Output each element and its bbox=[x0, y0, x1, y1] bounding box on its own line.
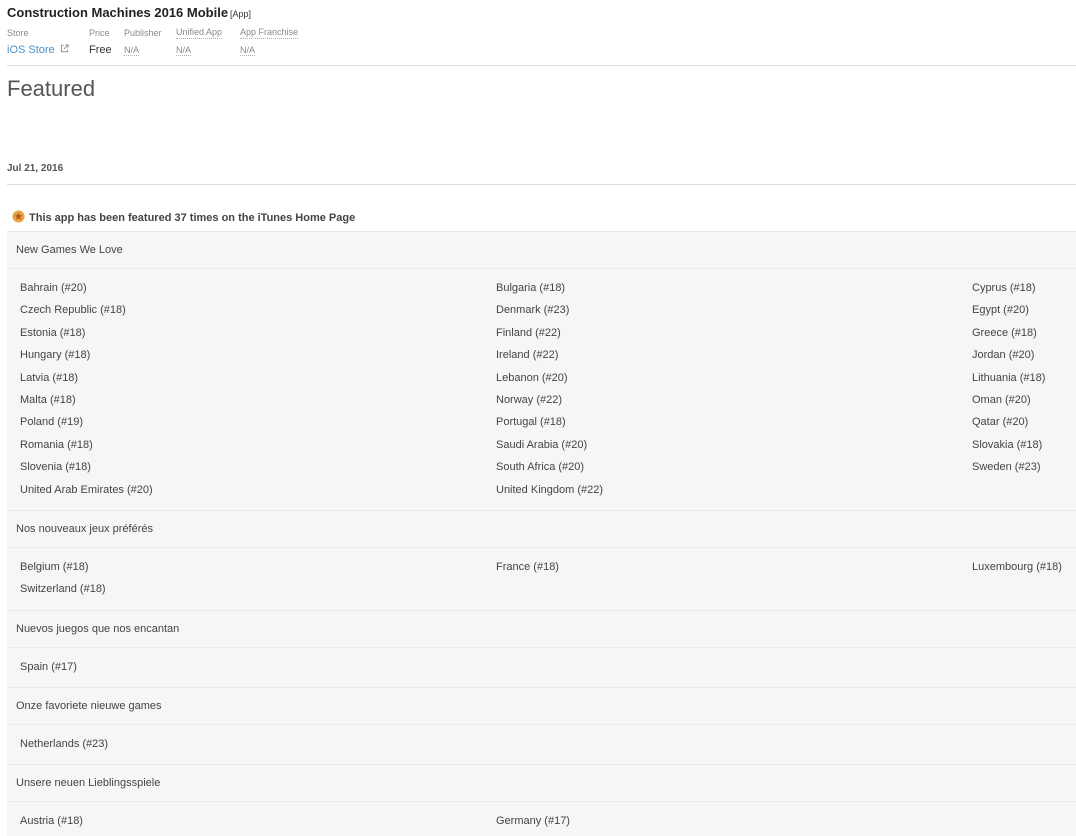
country-rank-item: Czech Republic (#18) bbox=[20, 304, 126, 317]
featured-groups-panel: New Games We Love Bahrain (#20) Bulgaria (… bbox=[7, 231, 1076, 836]
country-rank-item: Bahrain (#20) bbox=[20, 282, 87, 294]
feature-group: Onze favoriete nieuwe games Netherlands (… bbox=[7, 688, 1076, 766]
unified-app-value[interactable]: N/A bbox=[176, 45, 192, 56]
country-rank-item: Jordan (#20) bbox=[972, 349, 1035, 362]
country-rank-item: Spain (#17) bbox=[20, 660, 77, 673]
feature-group-title: Unsere neuen Lieblingsspiele bbox=[7, 765, 1076, 803]
store-label: Store bbox=[7, 28, 29, 38]
country-rank-item: South Africa (#20) bbox=[496, 461, 585, 474]
feature-group-body: Spain (#17) bbox=[7, 648, 1076, 687]
country-rank-item: Malta (#18) bbox=[20, 393, 76, 406]
meta-publisher: Publisher N/A bbox=[124, 27, 162, 58]
featured-summary-suffix: on the iTunes Home Page bbox=[218, 212, 356, 224]
country-rank-item: United Arab Emirates (#20) bbox=[20, 483, 153, 496]
country-rank-item: Latvia (#18) bbox=[20, 371, 79, 384]
featured-summary: This app has been featured 37 times on t… bbox=[12, 210, 355, 225]
external-link-icon[interactable] bbox=[60, 44, 69, 53]
country-rank-item: Luxembourg (#18) bbox=[972, 560, 1062, 573]
country-rank-item: Slovenia (#18) bbox=[20, 461, 91, 474]
country-rank-item: Norway (#22) bbox=[496, 393, 563, 406]
feature-group-title: Nuevos juegos que nos encantan bbox=[7, 611, 1076, 648]
country-rank-item: Egypt (#20) bbox=[972, 304, 1029, 317]
country-rank-item: Hungary (#18) bbox=[20, 349, 91, 362]
country-rank-item: Austria (#18) bbox=[20, 815, 83, 828]
store-link-text[interactable]: iOS Store bbox=[7, 44, 55, 56]
star-badge-icon bbox=[12, 210, 25, 223]
feature-group: Nos nouveaux jeux préférés Belgium (#18) F… bbox=[7, 511, 1076, 611]
feature-group-body: Belgium (#18) France (#18) Luxembourg (#18… bbox=[7, 548, 1076, 610]
country-rank-item: Switzerland (#18) bbox=[20, 583, 106, 596]
country-rank-item: Cyprus (#18) bbox=[972, 282, 1036, 294]
country-grid: Austria (#18) Germany (#17) bbox=[7, 810, 1076, 832]
app-title: Construction Machines 2016 Mobile bbox=[7, 5, 229, 20]
feature-group-body: Austria (#18) Germany (#17) bbox=[7, 802, 1076, 836]
country-rank-item: Sweden (#23) bbox=[972, 461, 1041, 474]
feature-group: Nuevos juegos que nos encantan Spain (#17… bbox=[7, 611, 1076, 689]
meta-unified-app: Unified App N/A bbox=[176, 27, 223, 58]
country-rank-item: Greece (#18) bbox=[972, 326, 1037, 339]
country-rank-item: Slovakia (#18) bbox=[972, 438, 1043, 451]
app-franchise-value[interactable]: N/A bbox=[240, 45, 256, 56]
country-rank-item: Portugal (#18) bbox=[496, 416, 566, 429]
header-divider bbox=[7, 65, 1076, 66]
price-value: Free bbox=[89, 44, 112, 56]
store-link[interactable]: iOS Store bbox=[7, 43, 69, 57]
country-rank-item: Romania (#18) bbox=[20, 438, 93, 451]
unified-app-label: Unified App bbox=[176, 27, 223, 39]
feature-group-title: New Games We Love bbox=[7, 232, 1076, 269]
country-rank-item: Finland (#22) bbox=[496, 326, 561, 339]
country-grid: Netherlands (#23) bbox=[7, 733, 1076, 755]
country-rank-item: Poland (#19) bbox=[20, 416, 83, 429]
publisher-value[interactable]: N/A bbox=[124, 45, 140, 56]
app-title-row: Construction Machines 2016 Mobile [App] bbox=[7, 5, 1076, 21]
feature-group-title: Nos nouveaux jeux préférés bbox=[7, 511, 1076, 548]
feature-date: Jul 21, 2016 bbox=[7, 163, 64, 174]
feature-group-title: Onze favoriete nieuwe games bbox=[7, 688, 1076, 726]
country-rank-item: Qatar (#20) bbox=[972, 416, 1029, 429]
price-label: Price bbox=[89, 28, 110, 38]
country-grid: Bahrain (#20) Bulgaria (#18) Cyprus (#18) C… bbox=[7, 277, 1076, 501]
featured-count: 37 times bbox=[174, 212, 219, 224]
country-rank-item: Belgium (#18) bbox=[20, 560, 89, 573]
meta-app-franchise: App Franchise N/A bbox=[240, 27, 299, 58]
app-header: Construction Machines 2016 Mobile [App] S… bbox=[7, 5, 1076, 56]
country-rank-item: Ireland (#22) bbox=[496, 349, 559, 362]
feature-group-body: Netherlands (#23) bbox=[7, 725, 1076, 764]
country-rank-item: Lebanon (#20) bbox=[496, 371, 568, 384]
country-rank-item: Denmark (#23) bbox=[496, 304, 570, 317]
feature-group-body: Bahrain (#20) Bulgaria (#18) Cyprus (#18) C… bbox=[7, 269, 1076, 510]
country-rank-item: Germany (#17) bbox=[496, 815, 570, 828]
meta-store: Store iOS Store bbox=[7, 27, 69, 57]
app-franchise-label: App Franchise bbox=[240, 27, 299, 39]
date-divider bbox=[7, 184, 1076, 185]
country-rank-item: Oman (#20) bbox=[972, 393, 1031, 406]
meta-price: Price Free bbox=[89, 27, 112, 57]
country-rank-item: United Kingdom (#22) bbox=[496, 483, 604, 496]
publisher-label: Publisher bbox=[124, 28, 162, 38]
app-type-tag: [App] bbox=[230, 9, 252, 19]
country-rank-item: Netherlands (#23) bbox=[20, 738, 109, 751]
country-grid: Belgium (#18) France (#18) Luxembourg (#18… bbox=[7, 556, 1076, 601]
country-rank-item: Estonia (#18) bbox=[20, 326, 86, 339]
country-rank-item: Lithuania (#18) bbox=[972, 371, 1046, 384]
country-rank-item: France (#18) bbox=[496, 560, 559, 573]
feature-group: New Games We Love Bahrain (#20) Bulgaria (… bbox=[7, 232, 1076, 511]
country-rank-item: Saudi Arabia (#20) bbox=[496, 438, 588, 451]
country-rank-item: Bulgaria (#18) bbox=[496, 282, 566, 294]
featured-summary-prefix: This app has been featured bbox=[29, 212, 175, 224]
feature-group: Unsere neuen Lieblingsspiele Austria (#18… bbox=[7, 765, 1076, 836]
country-grid: Spain (#17) bbox=[7, 656, 1076, 678]
section-title: Featured bbox=[7, 76, 96, 101]
